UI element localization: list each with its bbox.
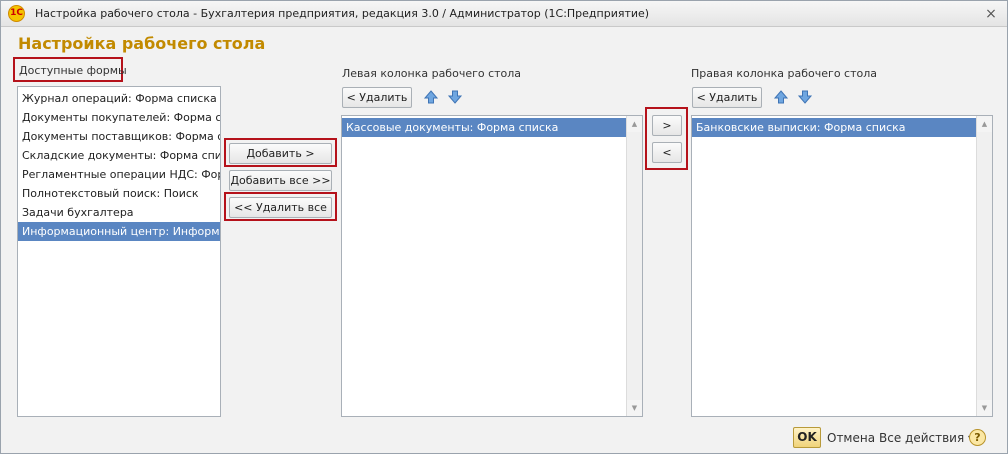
left-remove-button[interactable]: < Удалить — [342, 87, 412, 108]
dialog-window: 1С Настройка рабочего стола - Бухгалтери… — [0, 0, 1008, 454]
scroll-up-icon[interactable]: ▲ — [627, 116, 642, 132]
move-left-button[interactable]: < — [652, 142, 682, 163]
help-icon[interactable]: ? — [969, 429, 986, 446]
1c-logo-icon[interactable]: 1С — [8, 5, 25, 22]
list-item[interactable]: Складские документы: Форма спис... — [18, 146, 220, 165]
window-title: Настройка рабочего стола - Бухгалтерия п… — [35, 7, 650, 20]
list-item[interactable]: Документы поставщиков: Форма с... — [18, 127, 220, 146]
right-column-label: Правая колонка рабочего стола — [691, 67, 878, 80]
all-actions-menu[interactable]: Все действия ▾ — [879, 431, 974, 445]
title-bar: 1С Настройка рабочего стола - Бухгалтери… — [1, 1, 1007, 27]
list-item[interactable]: Журнал операций: Форма списка — [18, 89, 220, 108]
move-down-icon[interactable] — [447, 89, 463, 105]
right-remove-button[interactable]: < Удалить — [692, 87, 762, 108]
scroll-down-icon[interactable]: ▼ — [627, 400, 642, 416]
list-item-selected[interactable]: Кассовые документы: Форма списка — [342, 118, 626, 137]
add-button[interactable]: Добавить > — [229, 143, 332, 164]
remove-all-button[interactable]: << Удалить все — [229, 197, 332, 218]
left-column-list[interactable]: Кассовые документы: Форма списка ▲ ▼ — [341, 115, 643, 417]
list-item[interactable]: Регламентные операции НДС: Фор... — [18, 165, 220, 184]
list-item[interactable]: Задачи бухгалтера — [18, 203, 220, 222]
left-column-label: Левая колонка рабочего стола — [342, 67, 522, 80]
available-forms-label: Доступные формы — [19, 64, 127, 77]
move-right-button[interactable]: > — [652, 115, 682, 136]
scroll-up-icon[interactable]: ▲ — [977, 116, 992, 132]
add-all-button[interactable]: Добавить все >> — [229, 170, 332, 191]
ok-button[interactable]: OK — [793, 427, 821, 448]
available-forms-list[interactable]: Журнал операций: Форма списка Документы … — [17, 86, 221, 417]
close-icon[interactable]: × — [983, 6, 999, 22]
list-item[interactable]: Полнотекстовый поиск: Поиск — [18, 184, 220, 203]
page-title: Настройка рабочего стола — [18, 34, 266, 53]
list-item-selected[interactable]: Банковские выписки: Форма списка — [692, 118, 976, 137]
list-item-selected[interactable]: Информационный центр: Информац... — [18, 222, 220, 241]
move-down-icon[interactable] — [797, 89, 813, 105]
right-column-list[interactable]: Банковские выписки: Форма списка ▲ ▼ — [691, 115, 993, 417]
scroll-down-icon[interactable]: ▼ — [977, 400, 992, 416]
move-up-icon[interactable] — [423, 89, 439, 105]
list-item[interactable]: Документы покупателей: Форма спи... — [18, 108, 220, 127]
cancel-button[interactable]: Отмена — [827, 431, 875, 445]
left-list-scrollbar[interactable]: ▲ ▼ — [626, 116, 642, 416]
move-up-icon[interactable] — [773, 89, 789, 105]
right-list-scrollbar[interactable]: ▲ ▼ — [976, 116, 992, 416]
